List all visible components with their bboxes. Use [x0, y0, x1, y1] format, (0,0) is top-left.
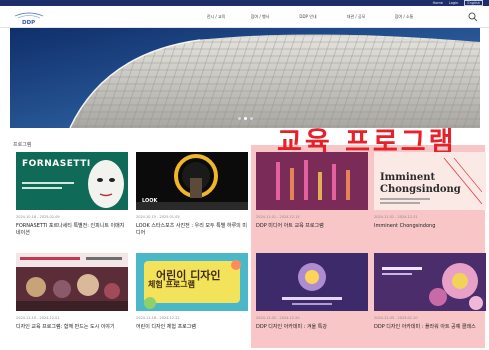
program-card-imminent-chongsindong[interactable]: Imminent Chongsindong 2024.11.01 - 2024.… [374, 152, 486, 230]
city-collage-art [16, 253, 128, 311]
card-title[interactable]: 디자인 교육 프로그램: 함께 만드는 도시 이야기 [16, 324, 128, 331]
hero-pagination [238, 117, 253, 120]
card-thumbnail [374, 253, 486, 311]
card-thumb-subtitle: Chongsindong [380, 184, 461, 195]
search-icon[interactable] [468, 12, 478, 22]
card-thumbnail: 어린이 디자인 체험 프로그램 [136, 253, 248, 311]
card-date: 2024.11.16 - 2024.12.22 [136, 316, 180, 320]
card-thumb-title: Imminent [380, 172, 436, 183]
academy-poster-art [282, 263, 342, 305]
card-date: 2024.11.01 - 2024.12.31 [374, 215, 418, 219]
card-date: 2024.11.01 - 2024.12.15 [256, 215, 300, 219]
card-thumbnail [256, 152, 368, 210]
card-thumbnail [16, 253, 128, 311]
nav-exhibition-education[interactable]: 전시 / 교육 [196, 14, 236, 20]
program-card-flower-art[interactable]: 2024.12.05 - 2025.01.10 DDP 디자인 아카데미 : 플… [374, 253, 486, 331]
section-title: 프로그램 [13, 142, 32, 148]
program-card-academy-winter[interactable]: 2024.12.02 - 2024.12.20 DDP 디자인 아카데미 : 겨… [256, 253, 368, 331]
hero-banner[interactable] [10, 28, 480, 128]
slide-dot-2[interactable] [244, 117, 247, 120]
card-date: 2024.10.15 - 2025.01.05 [136, 215, 180, 219]
global-navigation: DDP 전시 / 교육 참여 / 행사 DDP 안내 대관 / 공모 참여 / … [0, 6, 489, 28]
card-date: 2024.11.10 - 2024.12.01 [16, 316, 60, 320]
card-thumb-title: FORNASETTI [22, 159, 91, 169]
program-card-fornasetti[interactable]: FORNASETTI 2024.10.18 - 2025.02.09 FORNA… [16, 152, 128, 237]
ddp-building-image [10, 28, 480, 128]
card-date: 2024.12.02 - 2024.12.20 [256, 316, 300, 320]
program-card-media-art[interactable]: 2024.11.01 - 2024.12.15 DDP 미디어 아트 교육 프로… [256, 152, 368, 230]
card-thumbnail: LOOK [136, 152, 248, 210]
nav-participation-events[interactable]: 참여 / 행사 [236, 14, 284, 20]
card-title[interactable]: DDP 미디어 아트 교육 프로그램 [256, 223, 368, 230]
program-card-look[interactable]: LOOK 2024.10.15 - 2025.01.05 LOOK 스타스포츠 … [136, 152, 248, 237]
card-title[interactable]: DDP 디자인 아카데미 : 겨울 특강 [256, 324, 368, 331]
card-thumbnail [256, 253, 368, 311]
main-menu: 전시 / 교육 참여 / 행사 DDP 안내 대관 / 공모 참여 / 소통 [196, 6, 428, 28]
card-date: 2024.10.18 - 2025.02.09 [16, 215, 60, 219]
svg-text:DDP: DDP [22, 20, 35, 25]
card-thumbnail: FORNASETTI [16, 152, 128, 210]
ddp-logo[interactable]: DDP [12, 11, 46, 25]
slide-dot-3[interactable] [250, 117, 253, 120]
card-title[interactable]: Imminent Chongsindong [374, 223, 486, 230]
card-date: 2024.12.05 - 2025.01.10 [374, 316, 418, 320]
card-thumbnail: Imminent Chongsindong [374, 152, 486, 210]
card-title[interactable]: LOOK 스타스포츠 사진전 : 우리 모두 특별 하루의 미디어 [136, 223, 248, 237]
card-title[interactable]: 어린이 디자인 체험 프로그램 [136, 324, 248, 331]
program-card-kids-design[interactable]: 어린이 디자인 체험 프로그램 2024.11.16 - 2024.12.22 … [136, 253, 248, 331]
card-title[interactable]: DDP 디자인 아카데미 : 플라워 아트 공예 클래스 [374, 324, 486, 331]
program-card-design-education[interactable]: 2024.11.10 - 2024.12.01 디자인 교육 프로그램: 함께 … [16, 253, 128, 331]
neon-grid-art [276, 160, 350, 200]
flower-art [382, 263, 483, 310]
card-thumb-title: LOOK [142, 198, 158, 204]
nav-ddp-guide[interactable]: DDP 안내 [284, 14, 332, 20]
nav-rental-contest[interactable]: 대관 / 공모 [332, 14, 380, 20]
nav-communication[interactable]: 참여 / 소통 [380, 14, 428, 20]
card-title[interactable]: FORNASETTI 포르나세티 특별전: 인피니트 이매지네이션 [16, 223, 128, 237]
card-thumb-subtitle: 체험 프로그램 [148, 280, 195, 289]
slide-dot-1[interactable] [238, 117, 241, 120]
